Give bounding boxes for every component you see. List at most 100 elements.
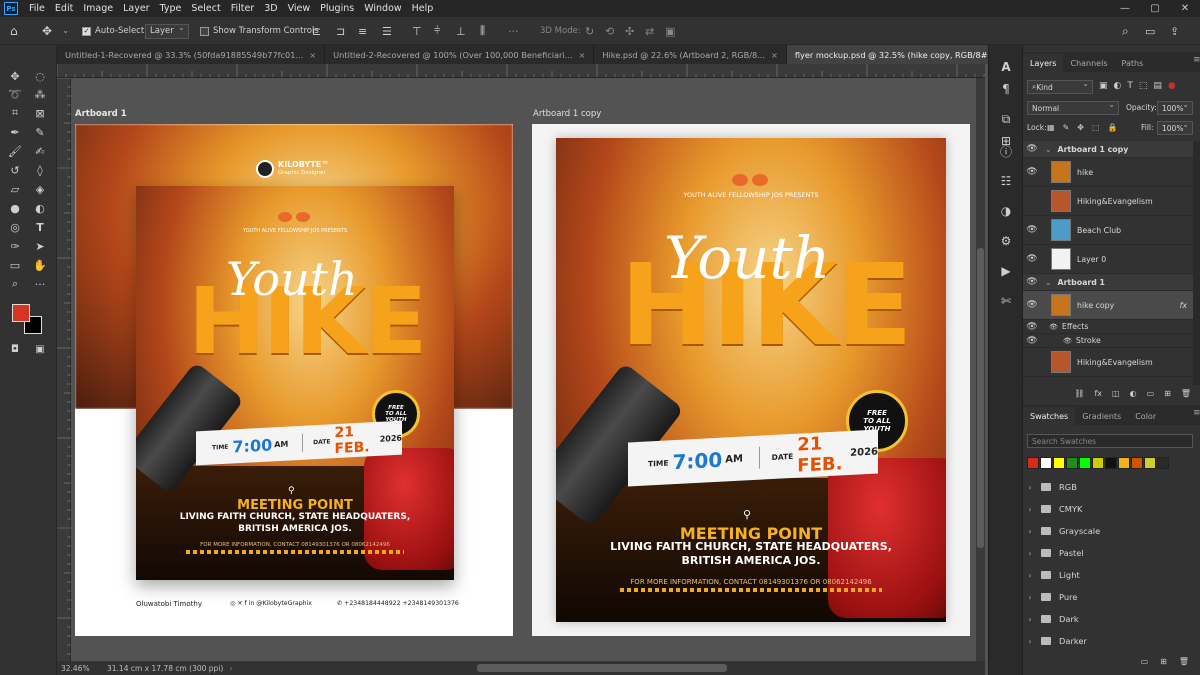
layer-effect-row[interactable]: 👁 👁 Effects (1023, 320, 1193, 334)
3d-pan-icon[interactable]: ✣ (625, 23, 634, 39)
3d-roll-icon[interactable]: ⟲ (605, 23, 614, 39)
visibility-eye-icon[interactable]: 👁 (1023, 167, 1041, 177)
lasso-tool-icon[interactable]: ➰ (5, 85, 25, 103)
screen-mode-icon[interactable]: ▣ (30, 340, 50, 358)
close-tab-icon[interactable]: × (309, 50, 316, 60)
panel-menu-icon[interactable]: ≡ (1193, 55, 1200, 65)
folder-chevron-icon[interactable]: › (1023, 505, 1037, 514)
align-vcenter-icon[interactable]: ⫩ (434, 23, 440, 39)
frame-tool-icon[interactable]: ⊠ (30, 104, 50, 122)
auto-select-checkbox[interactable]: ✓ Auto-Select: (82, 23, 147, 39)
opacity-field[interactable]: 100% (1157, 100, 1193, 115)
align-left-icon[interactable]: ⊏ (312, 23, 321, 39)
swatch-color[interactable] (1105, 457, 1117, 469)
history-panel-icon[interactable]: ⧉ (996, 109, 1016, 129)
actions-panel-icon[interactable]: ▶ (996, 261, 1016, 281)
layer-row[interactable]: 👁 Hiking&Evangelism (1023, 187, 1193, 216)
auto-select-dropdown[interactable]: Layer (145, 23, 189, 39)
libraries-panel-icon[interactable]: ☷ (996, 171, 1016, 191)
align-more-icon[interactable]: ☰ (382, 23, 392, 39)
close-window-button[interactable]: ✕ (1170, 0, 1200, 17)
layer-row[interactable]: 👁 Hiking&Evangelism (1023, 348, 1193, 377)
swatch-color[interactable] (1092, 457, 1104, 469)
swatch-color[interactable] (1118, 457, 1130, 469)
group-chevron-icon[interactable]: ⌄ (1045, 145, 1052, 154)
crop-tool-icon[interactable]: ⌗ (5, 104, 25, 122)
tool-preset-chevron-icon[interactable]: ⌄ (62, 23, 69, 39)
swatch-folder-row[interactable]: › Pure (1023, 586, 1193, 608)
layer-row[interactable]: 👁 hike copy fx (1023, 291, 1193, 320)
fill-field[interactable]: 100% (1157, 120, 1193, 135)
status-arrow-icon[interactable]: › (229, 664, 232, 673)
layer-style-icon[interactable]: fx (1094, 389, 1102, 398)
folder-chevron-icon[interactable]: › (1023, 549, 1037, 558)
layer-group-row[interactable]: 👁 ⌄ Artboard 1 (1023, 274, 1193, 291)
brush-settings-icon[interactable]: ✄ (996, 291, 1016, 311)
filter-smart-icon[interactable]: ▤ (1153, 81, 1162, 91)
adjustment-layer-icon[interactable]: ◐ (1130, 389, 1137, 398)
layer-row[interactable]: 👁 hike (1023, 158, 1193, 187)
foreground-color-fill[interactable] (12, 304, 30, 322)
swatches-menu-icon[interactable]: ≡ (1193, 408, 1200, 418)
swatch-color[interactable] (1144, 457, 1156, 469)
3d-orbit-icon[interactable]: ↻ (585, 23, 594, 39)
folder-chevron-icon[interactable]: › (1023, 593, 1037, 602)
visibility-eye-icon[interactable]: 👁 (1023, 225, 1041, 235)
visibility-eye-icon[interactable]: 👁 (1023, 277, 1041, 287)
visibility-eye-icon[interactable]: 👁 (1023, 322, 1041, 332)
show-transform-checkbox[interactable]: Show Transform Controls (200, 23, 319, 39)
path-select-icon[interactable]: ➤ (30, 237, 50, 255)
visibility-eye-icon[interactable]: 👁 (1023, 336, 1041, 346)
filter-kind-dropdown[interactable]: ⌕ Kind (1027, 79, 1093, 94)
panel-tab-gradients[interactable]: Gradients (1075, 407, 1128, 425)
swatch-search-input[interactable]: Search Swatches (1027, 434, 1193, 448)
panel-tab-layers[interactable]: Layers (1023, 54, 1064, 72)
effect-eye-icon[interactable]: 👁 (1063, 337, 1072, 345)
align-bottom-icon[interactable]: ⊥ (456, 23, 466, 39)
filter-type-icon[interactable]: T (1127, 81, 1133, 91)
lock-position-icon[interactable]: ✥ (1077, 123, 1084, 132)
canvas-area[interactable]: Artboard 1 KILOBYTE™ Graphic Designer YO… (71, 78, 976, 661)
artboard-2-label[interactable]: Artboard 1 copy (533, 109, 601, 119)
menu-edit[interactable]: Edit (50, 3, 78, 14)
swatch-color[interactable] (1053, 457, 1065, 469)
filter-toggle-icon[interactable]: ● (1168, 81, 1176, 91)
new-group-icon[interactable]: ▭ (1147, 389, 1155, 398)
doc-tab-4[interactable]: flyer mockup.psd @ 32.5% (hike copy, RGB… (786, 45, 1020, 64)
lock-artboard-icon[interactable]: ⬚ (1092, 123, 1100, 132)
vertical-scroll-thumb[interactable] (977, 248, 984, 548)
zoom-level[interactable]: 32.46% (61, 664, 101, 673)
workspace-icon[interactable]: ▭ (1145, 23, 1155, 39)
visibility-eye-icon[interactable]: 👁 (1023, 357, 1041, 367)
filter-adjust-icon[interactable]: ◐ (1114, 81, 1122, 91)
visibility-eye-icon[interactable]: 👁 (1023, 254, 1041, 264)
menu-file[interactable]: File (24, 3, 50, 14)
swatch-color[interactable] (1040, 457, 1052, 469)
doc-tab-1[interactable]: Untitled-1-Recovered @ 33.3% (50fda91885… (57, 45, 326, 64)
hand-tool-icon[interactable]: ✋ (30, 256, 50, 274)
adjustments-panel-icon[interactable]: ◑ (996, 201, 1016, 221)
align-top-icon[interactable]: ⊤ (412, 23, 422, 39)
menu-filter[interactable]: Filter (226, 3, 260, 14)
lock-transparent-icon[interactable]: ▦ (1047, 123, 1055, 132)
panel-tab-swatches[interactable]: Swatches (1023, 407, 1076, 425)
filter-shape-icon[interactable]: ⬚ (1139, 81, 1148, 91)
minimize-button[interactable]: — (1110, 0, 1140, 17)
more-tools-icon[interactable]: ··· (30, 275, 50, 293)
3d-scale-icon[interactable]: ▣ (665, 23, 675, 39)
swatch-color[interactable] (1157, 457, 1169, 469)
layers-list[interactable]: 👁 ⌄ Artboard 1 copy 👁 hike 👁 Hiking&Evangelism… (1023, 141, 1193, 385)
artboard-1-label[interactable]: Artboard 1 (75, 109, 127, 119)
more-options-icon[interactable]: ··· (508, 23, 519, 39)
paragraph-panel-icon[interactable]: ¶ (996, 79, 1016, 99)
new-swatch-icon[interactable]: ⊞ (1160, 657, 1167, 671)
swatch-folder-row[interactable]: › RGB (1023, 476, 1193, 498)
swatch-folder-row[interactable]: › Light (1023, 564, 1193, 586)
panel-tab-paths[interactable]: Paths (1115, 54, 1151, 72)
rectangle-tool-icon[interactable]: ▭ (5, 256, 25, 274)
artboard-2[interactable]: YOUTH ALIVE FELLOWSHIP JOS PRESENTS HIKE… (532, 124, 970, 636)
move-tool-icon[interactable]: ✥ (5, 67, 25, 85)
swatch-color[interactable] (1027, 457, 1039, 469)
folder-chevron-icon[interactable]: › (1023, 571, 1037, 580)
properties-panel-icon[interactable]: ⚙ (996, 231, 1016, 251)
